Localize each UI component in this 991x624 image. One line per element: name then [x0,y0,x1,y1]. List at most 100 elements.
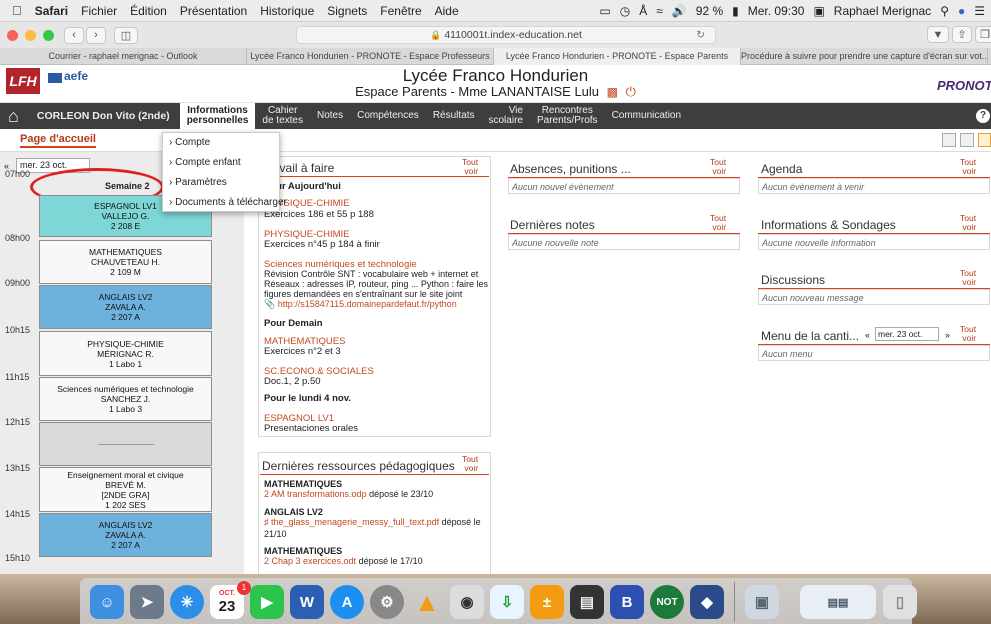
finder-icon[interactable]: ☺ [90,585,124,619]
absences-tout-voir[interactable]: Tout voir [710,158,726,176]
travail-tout-voir[interactable]: Tout voir [462,158,478,176]
nav-competences[interactable]: Compétences [350,111,426,121]
trash-icon[interactable]: ▯ [883,585,917,619]
bluetooth-icon[interactable]: Å [639,4,647,18]
notability-icon[interactable]: NOT [650,585,684,619]
ressources-tout-voir[interactable]: Tout voir [462,455,478,473]
volume-icon[interactable]: 🔊 [672,4,687,18]
app-store-icon[interactable]: A [330,585,364,619]
resource-file[interactable]: the_glass_menagerie_messy_full_text.pdf [271,517,439,527]
menu-tout-voir[interactable]: Tout voir [960,325,976,343]
menu-item-parametres[interactable]: › Paramètres [163,173,279,193]
student-name[interactable]: CORLEON Don Vito (2nde) [29,111,180,122]
tab-pronote-profs[interactable]: Lycée Franco Hondurien - PRONOTE - Espac… [247,48,494,65]
back-button[interactable]: ‹ [64,26,84,44]
resource-row: ♯ the_glass_menagerie_messy_full_text.pd… [264,517,484,528]
calculator-icon[interactable]: ± [530,585,564,619]
nav-notes[interactable]: Notes [310,111,350,121]
logout-icon[interactable]: ⏻ [626,84,636,99]
nav-label-line2: scolaire [488,115,523,126]
nav-rencontres[interactable]: Rencontres Parents/Profs [530,106,605,126]
nav-communication[interactable]: Communication [605,111,688,121]
system-preferences-icon[interactable]: ⚙ [370,585,404,619]
url-bar[interactable]: 🔒 4110001t.index-education.net ↻ [296,26,716,44]
nav-vie-scolaire[interactable]: Vie scolaire [482,106,530,126]
menu-prev-icon[interactable]: « [865,330,870,340]
menu-fichier[interactable]: Fichier [81,4,117,18]
user-name[interactable]: Raphael Merignac [834,4,931,18]
tab-outlook[interactable]: Courrier - raphael merignac - Outlook [0,48,247,65]
downloads-stack-icon[interactable]: ▤▤ [800,585,876,619]
download-icon[interactable]: ▼ [927,26,949,43]
menu-empty: Aucun menu [762,349,813,359]
bbedit-icon[interactable]: B [610,585,644,619]
resource-file[interactable]: 2 Chap 3 exercices.odt [264,556,356,566]
tab-pronote-parents[interactable]: Lycée Franco Hondurien - PRONOTE - Espac… [494,48,741,65]
battery-icon[interactable]: ▮ [732,4,739,18]
safari-icon[interactable]: ✳ [170,585,204,619]
browser-tabs: Courrier - raphael merignac - Outlook Ly… [0,48,991,65]
spotlight-icon[interactable]: ⚲ [940,4,949,18]
course-block[interactable]: MATHEMATIQUES CHAUVETEAU H. 2 109 M [39,240,212,284]
nav-informations-personnelles[interactable]: Informations personnelles [179,103,256,129]
export-icon[interactable] [960,133,974,147]
launchpad-icon[interactable]: ➤ [130,585,164,619]
apple-icon[interactable]:  [12,3,22,18]
time-machine-icon[interactable]: ◷ [620,4,630,18]
infos-tout-voir[interactable]: Tout voir [960,214,976,232]
course-block[interactable]: ANGLAIS LV2 ZAVALA A. 2 207 A [39,285,212,329]
help-icon[interactable]: ? [976,109,990,123]
menu-next-icon[interactable]: » [945,330,950,340]
course-block[interactable]: Enseignement moral et civique BREVÉ M. [… [39,467,212,512]
siri-icon[interactable]: ● [958,4,965,18]
agenda-tout-voir[interactable]: Tout voir [960,158,976,176]
sidebar-icon[interactable]: ◫ [114,26,138,44]
menu-safari[interactable]: Safari [35,4,68,18]
share-icon[interactable]: ⇧ [952,26,972,43]
home-icon[interactable]: ⌂ [0,107,29,125]
menu-item-compte-enfant[interactable]: › Compte enfant [163,153,279,173]
book-icon[interactable]: ▤ [570,585,604,619]
menu-signets[interactable]: Signets [327,4,367,18]
installer-icon[interactable]: ⇩ [490,585,524,619]
resource-file[interactable]: 2 AM transformations.odp [264,489,367,499]
tab-procedure[interactable]: Procédure à suivre pour prendre une capt… [741,48,988,65]
menu-aide[interactable]: Aide [435,4,459,18]
zoom-window-icon[interactable] [43,29,54,41]
vlc-icon[interactable]: ▲ [410,585,444,619]
menu-item-compte[interactable]: › Compte [163,133,279,153]
screenshot-icon[interactable]: ◉ [450,585,484,619]
close-window-icon[interactable] [7,29,18,41]
menu-historique[interactable]: Historique [260,4,314,18]
discussions-tout-voir[interactable]: Tout voir [960,269,976,287]
homework-link[interactable]: http://s15847115.domainepardefaut.fr/pyt… [278,299,457,309]
minimize-window-icon[interactable] [25,29,36,41]
tabs-overview-icon[interactable]: ❐ [975,26,991,43]
course-block[interactable]: Sciences numériques et technologie SANCH… [39,377,212,421]
print-icon[interactable] [942,133,956,147]
forward-button[interactable]: › [86,26,106,44]
screen-icon[interactable]: ▭ [599,4,610,18]
display-icon[interactable]: ▣ [813,4,824,18]
virtualbox-icon[interactable]: ◆ [690,585,724,619]
facetime-icon[interactable]: ▶ [250,585,284,619]
menu-fenetre[interactable]: Fenêtre [380,4,421,18]
notes-tout-voir[interactable]: Tout voir [710,214,726,232]
menu-edition[interactable]: Édition [130,4,167,18]
menu-item-documents[interactable]: › Documents à télécharger [163,193,287,213]
menu-presentation[interactable]: Présentation [180,4,247,18]
mail-icon[interactable] [978,133,991,147]
page-tab-accueil[interactable]: Page d'accueil [20,133,96,148]
preview-icon[interactable]: ▣ [745,585,779,619]
reload-icon[interactable]: ↻ [696,29,705,41]
nav-cahier-de-textes[interactable]: Cahier de textes [255,106,310,126]
clock[interactable]: Mer. 09:30 [748,4,805,18]
course-block[interactable]: PHYSIQUE-CHIMIE MÉRIGNAC R. 1 Labo 1 [39,331,212,376]
word-icon[interactable]: W [290,585,324,619]
nav-resultats[interactable]: Résultats [426,111,482,121]
notification-icon[interactable]: ☰ [974,4,985,18]
menu-date-picker[interactable]: mer. 23 oct. [875,327,939,341]
course-block[interactable]: ANGLAIS LV2 ZAVALA A. 2 207 A [39,513,212,557]
wifi-icon[interactable]: ≈ [656,4,663,18]
qr-icon[interactable]: ▩ [607,85,618,99]
